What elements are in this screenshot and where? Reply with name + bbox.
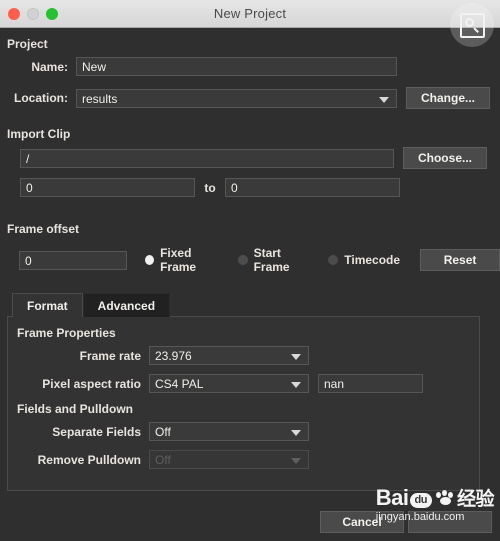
pixel-aspect-custom-input[interactable]: nan [318,374,423,393]
separate-fields-combo[interactable]: Off [149,422,309,441]
clip-range-to-input[interactable]: 0 [225,178,400,197]
row-clip-path: / Choose... [0,147,500,169]
radio-timecode-indicator [328,255,339,265]
separate-fields-value: Off [155,425,171,439]
section-import-clip-label: Import Clip [7,127,71,141]
frame-rate-label: Frame rate [79,348,141,363]
row-frame-rate: Frame rate 23.976 [8,346,479,365]
row-name: Name: New [0,57,500,76]
search-zoom-icon[interactable] [450,3,494,47]
row-separate-fields: Separate Fields Off [8,422,479,441]
remove-pulldown-value: Off [155,453,171,467]
fields-pulldown-label: Fields and Pulldown [17,402,134,416]
name-input[interactable]: New [76,57,397,76]
reset-button[interactable]: Reset [420,249,500,271]
close-button[interactable] [8,8,20,20]
pixel-aspect-label: Pixel aspect ratio [42,376,141,391]
change-button[interactable]: Change... [406,87,490,109]
name-label: Name: [31,59,68,74]
separate-fields-label: Separate Fields [52,424,141,439]
radio-fixed-frame-label: Fixed Frame [160,246,197,274]
radio-timecode-label: Timecode [344,253,401,267]
choose-button[interactable]: Choose... [403,147,487,169]
magnifier-glyph [459,12,485,38]
ok-button[interactable] [408,511,492,533]
window-titlebar: New Project [0,0,500,28]
frame-properties-label: Frame Properties [17,326,116,340]
zoom-button[interactable] [46,8,58,20]
section-project-label: Project [7,37,48,51]
window-title: New Project [213,6,287,21]
dialog-body: Project Name: New Location: results Chan… [0,28,500,541]
radio-timecode[interactable]: Timecode [328,253,400,267]
radio-start-frame[interactable]: Start Frame [238,246,314,274]
tabbar: Format Advanced [0,293,500,317]
watermark-badge: du [409,493,432,508]
location-combo-value: results [82,91,118,106]
row-remove-pulldown: Remove Pulldown Off [8,450,479,469]
clip-path-input[interactable]: / [20,148,394,168]
watermark-cn: 经验 [456,489,495,510]
cancel-button[interactable]: Cancel [320,511,404,533]
section-frame-offset-label: Frame offset [7,222,80,236]
pixel-aspect-combo[interactable]: CS4 PAL [149,374,309,393]
remove-pulldown-combo: Off [149,450,309,469]
footer-buttons: Cancel [320,511,492,533]
remove-pulldown-label: Remove Pulldown [37,452,141,467]
tab-advanced[interactable]: Advanced [82,293,171,317]
row-pixel-aspect: Pixel aspect ratio CS4 PAL nan [8,374,479,393]
radio-fixed-frame-indicator [144,255,155,265]
radio-start-frame-indicator [238,255,248,265]
tab-panel-format: Frame Properties Frame rate 23.976 Pixel… [7,316,480,491]
row-frame-offset: 0 Fixed Frame Start Frame Timecode Reset [0,246,500,274]
row-clip-range: 0 to 0 [0,178,500,197]
location-combo[interactable]: results [76,88,397,108]
chevron-down-icon [291,354,301,360]
paw-print-icon [435,490,457,506]
frame-offset-input[interactable]: 0 [19,250,127,270]
location-label: Location: [14,91,68,105]
radio-fixed-frame[interactable]: Fixed Frame [144,246,224,274]
chevron-down-icon [379,96,389,103]
radio-start-frame-label: Start Frame [253,246,290,274]
minimize-button[interactable] [27,8,39,20]
row-location: Location: results Change... [0,87,500,109]
chevron-down-icon [291,458,301,464]
frame-rate-combo[interactable]: 23.976 [149,346,309,365]
clip-range-from-input[interactable]: 0 [20,178,195,197]
chevron-down-icon [291,382,301,388]
pixel-aspect-value: CS4 PAL [155,377,204,391]
frame-rate-value: 23.976 [155,349,192,363]
window-controls [8,8,58,20]
chevron-down-icon [291,430,301,436]
clip-range-to-label: to [204,180,216,195]
tab-format[interactable]: Format [12,293,83,317]
